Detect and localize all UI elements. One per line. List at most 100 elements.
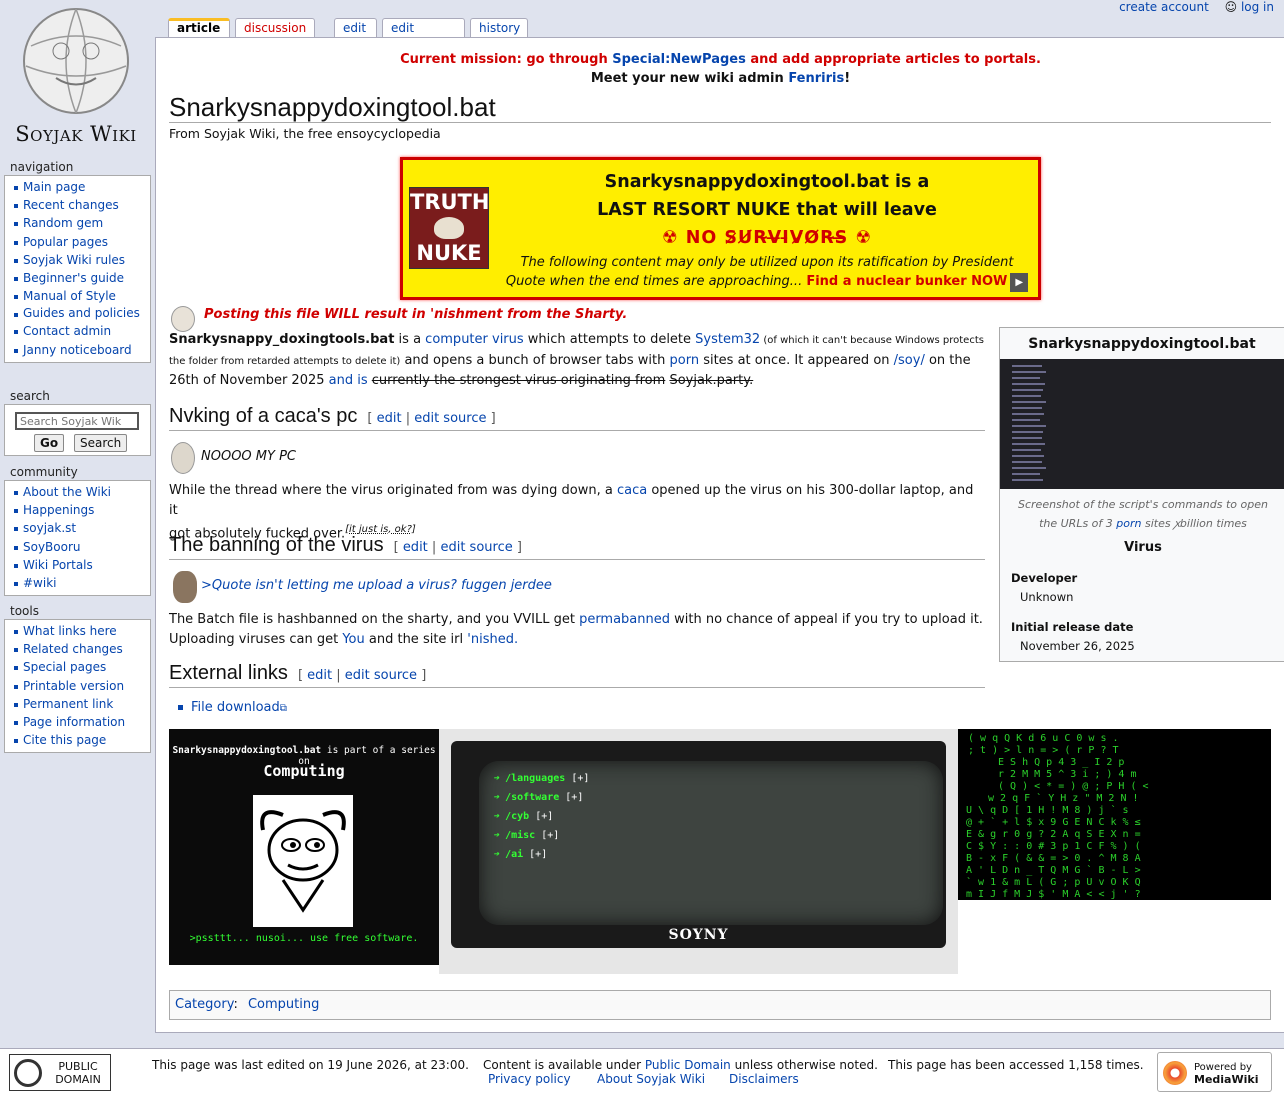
section-heading-banning: The banning of the virus[ edit | edit so… [169,533,985,560]
tab-article[interactable]: article [168,18,230,38]
sidebar-item-about-wiki[interactable]: About the Wiki [11,483,150,501]
category-computing-link[interactable]: Computing [248,997,319,1012]
tab-edit[interactable]: edit [334,18,377,38]
sidebar-tools: tools What links here Related changes Sp… [4,604,151,754]
you-link[interactable]: You [342,632,364,647]
create-account-link[interactable]: create account [1119,0,1209,14]
and-is-link[interactable]: and is [329,373,372,388]
sidebar-item-permanent-link[interactable]: Permanent link [11,695,150,713]
truth-nuke-image: TRUTH NUKE [409,187,489,269]
sidebar-item-happenings[interactable]: Happenings [11,501,150,519]
caca-link[interactable]: caca [617,483,647,498]
series-footer-text: >pssttt... nusoi... use free software. [189,933,419,944]
notice-line-1: Current mission: go through Special:NewP… [400,52,1041,67]
bunker-link[interactable]: Find a nuclear bunker NOW [806,274,1007,289]
sidebar-item-soybooru[interactable]: SoyBooru [11,538,150,556]
section-heading-nvking: Nvking of a caca's pc[ edit | edit sourc… [169,404,985,431]
notice-admin-link[interactable]: Fenriris [788,71,844,86]
section-edit-source-link[interactable]: edit source [414,411,486,426]
bullet-icon [178,705,183,710]
caption-porn-link[interactable]: porn [1116,517,1141,530]
board-link-misc[interactable]: ➔ /misc [+] [493,826,943,845]
sidebar-item-wiki-channel[interactable]: #wiki [11,574,150,592]
navigation-heading: navigation [10,160,74,174]
sidebar-search: search [4,389,151,404]
search-input[interactable] [15,412,139,430]
board-link-languages[interactable]: ➔ /languages [+] [493,769,943,788]
computer-virus-link[interactable]: computer virus [425,332,524,347]
sidebar-item-guides-policies[interactable]: Guides and policies [11,305,150,322]
section-edit-link[interactable]: edit [307,668,332,683]
sidebar-item-random-gem[interactable]: Random gem [11,214,150,232]
play-icon[interactable]: ▶ [1010,273,1029,292]
sidebar-item-popular-pages[interactable]: Popular pages [11,233,150,251]
svg-text:( w q Q K d 6 u C 0 w: ( w q Q K d 6 u C 0 w s . [968,733,1119,744]
section-edit-source-link[interactable]: edit source [345,668,417,683]
notice-newpages-link[interactable]: Special:NewPages [612,52,746,67]
powered-by-mediawiki-badge[interactable]: Powered by MediaWiki [1157,1052,1272,1092]
sidebar-item-printable-version[interactable]: Printable version [11,677,150,695]
series-box-computing: Snarkysnappydoxingtool.bat is part of a … [169,729,439,965]
public-domain-link[interactable]: Public Domain [645,1058,731,1072]
intro-paragraph: Snarkysnappy_doxingtools.bat is a comput… [169,332,984,388]
disclaimers-link[interactable]: Disclaimers [729,1072,799,1086]
svg-text:U \ q D [ 1 H ! M 8: U \ q D [ 1 H ! M 8 ) j ` s [966,804,1129,816]
sidebar-item-main-page[interactable]: Main page [11,178,150,196]
personal-tools: create account ☺ log in [1119,0,1274,14]
section-edit-source-link[interactable]: edit source [440,540,512,555]
tv-brand-logo: SOYNY [668,927,729,943]
series-heading: Computing [263,762,345,780]
nished-link[interactable]: 'nished. [467,632,518,647]
search-button[interactable]: Search [74,434,128,452]
sidebar-item-related-changes[interactable]: Related changes [11,640,150,658]
main-content: Current mission: go through Special:NewP… [155,37,1284,1033]
skull-icon [434,217,464,239]
sidebar-item-manual-of-style[interactable]: Manual of Style [11,287,150,305]
sidebar-item-recent-changes[interactable]: Recent changes [11,196,150,214]
board-link-ai[interactable]: ➔ /ai [+] [493,845,943,864]
sidebar-item-wiki-rules[interactable]: Soyjak Wiki rules [11,251,150,269]
access-count: This page has been accessed 1,158 times. [888,1058,1144,1072]
sidebar-item-page-information[interactable]: Page information [11,713,150,731]
file-download-link[interactable]: File download [191,700,280,715]
sidebar-item-what-links-here[interactable]: What links here [11,622,150,640]
chad-face-icon [173,571,197,603]
sidebar-item-wiki-portals[interactable]: Wiki Portals [11,556,150,574]
public-domain-badge[interactable]: PUBLIC DOMAIN [9,1054,111,1091]
tab-discussion[interactable]: discussion [235,18,315,38]
section-edit-link[interactable]: edit [377,411,402,426]
content-license: Content is available under Public Domain… [483,1058,878,1072]
tab-history[interactable]: history [470,18,528,38]
log-in-link[interactable]: log in [1241,0,1274,14]
sidebar-item-janny-noticeboard[interactable]: Janny noticeboard [11,341,150,359]
infobox-section-virus: Virus [1124,540,1162,555]
sidebar-item-soyjak-st[interactable]: soyjak.st [11,519,150,537]
mediawiki-flower-icon [1163,1061,1187,1085]
categories-link[interactable]: Category [175,997,233,1012]
sidebar-item-contact-admin[interactable]: Contact admin [11,322,150,340]
board-link-software[interactable]: ➔ /software [+] [493,788,943,807]
soy-board-link[interactable]: /soy/ [894,353,925,368]
infobox-caption: Screenshot of the script's commands to o… [1018,498,1268,530]
puzzle-globe-icon [23,8,129,114]
external-link-item: File download⧉ [178,700,287,715]
svg-text:@ + ` + l $ x 9 G E N: @ + ` + l $ x 9 G E N C k % ≤ [966,816,1141,828]
sidebar-item-beginners-guide[interactable]: Beginner's guide [11,269,150,287]
sidebar-item-special-pages[interactable]: Special pages [11,658,150,676]
nuke-title: Snarkysnappydoxingtool.bat is a LAST RES… [497,168,1037,252]
system32-link[interactable]: System32 [695,332,760,347]
svg-text:E S h Q p 4 3 _ I 2: E S h Q p 4 3 _ I 2 p [998,757,1124,768]
permabanned-link[interactable]: permabanned [579,612,670,627]
tab-edit-source[interactable]: edit source [382,18,465,49]
page-subtitle: From Soyjak Wiki, the free ensoycycloped… [169,126,441,141]
about-wiki-link[interactable]: About Soyjak Wiki [597,1072,705,1086]
site-logo[interactable]: Soyjak Wiki [4,6,148,146]
board-link-cyb[interactable]: ➔ /cyb [+] [493,807,943,826]
section-edit-link[interactable]: edit [403,540,428,555]
go-button[interactable]: Go [34,434,65,452]
sidebar-item-cite-page[interactable]: Cite this page [11,731,150,749]
gnu-pepe-icon [253,795,353,927]
porn-link[interactable]: porn [670,353,700,368]
svg-text:B - x F ( & & = > 0 .: B - x F ( & & = > 0 . ^ M 8 A [966,853,1141,864]
privacy-policy-link[interactable]: Privacy policy [488,1072,571,1086]
